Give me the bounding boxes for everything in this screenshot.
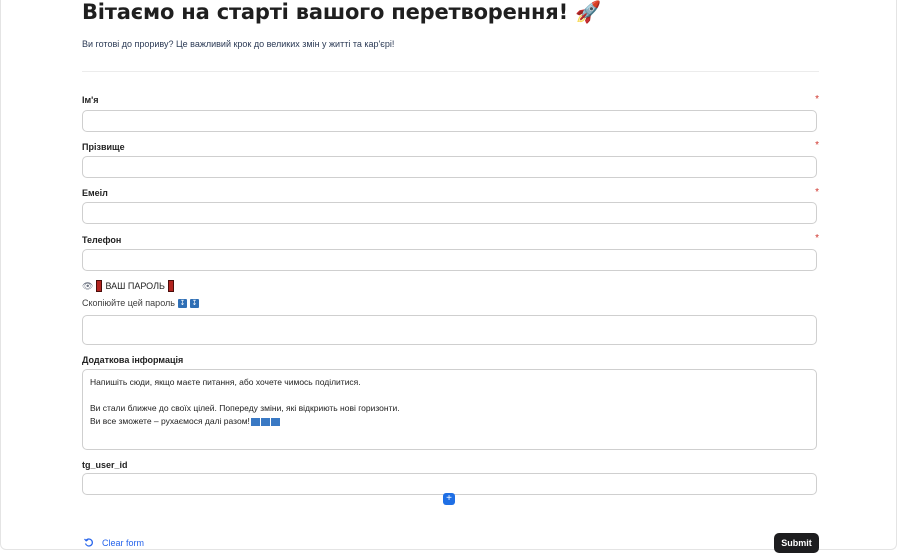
tg-user-id-label: tg_user_id bbox=[82, 460, 128, 470]
tg-user-id-input[interactable] bbox=[82, 473, 817, 495]
last-name-label: Прізвище bbox=[82, 142, 125, 152]
page-title: Вітаємо на старті вашого перетворення! 🚀 bbox=[82, 0, 602, 24]
password-hint: Скопіюйте цей пароль bbox=[82, 298, 175, 308]
required-mark: * bbox=[815, 187, 819, 198]
phone-input[interactable] bbox=[82, 249, 817, 271]
extra-info-textarea[interactable]: Напишіть сюди, якщо маєте питання, або х… bbox=[82, 369, 817, 450]
submit-button[interactable]: Submit bbox=[774, 533, 819, 553]
blue-square-icon bbox=[250, 417, 260, 426]
eye-icon: 👁 bbox=[82, 280, 94, 291]
red-marker-icon bbox=[96, 280, 103, 292]
blue-square-icon bbox=[260, 417, 270, 426]
page-subtitle: Ви готові до прориву? Це важливий крок д… bbox=[82, 39, 395, 49]
last-name-input[interactable] bbox=[82, 156, 817, 178]
arrow-down-icon: ↧ bbox=[189, 298, 199, 308]
password-hint-row: Скопіюйте цей пароль ↧ ↧ bbox=[82, 298, 199, 308]
textarea-line: Напишіть сюди, якщо маєте питання, або х… bbox=[90, 377, 361, 387]
required-mark: * bbox=[815, 94, 819, 105]
password-label-row: 👁 ВАШ ПАРОЛЬ bbox=[82, 280, 174, 292]
phone-label: Телефон bbox=[82, 235, 122, 245]
email-label: Емеіл bbox=[82, 188, 108, 198]
required-mark: * bbox=[815, 140, 819, 151]
arrow-down-icon: ↧ bbox=[177, 298, 187, 308]
refresh-icon bbox=[84, 538, 93, 547]
required-mark: * bbox=[815, 233, 819, 244]
blue-square-icon bbox=[270, 417, 280, 426]
textarea-line: Ви все зможете – рухаємося далі разом! bbox=[90, 416, 250, 426]
clear-form-button[interactable]: Clear form bbox=[84, 538, 144, 548]
red-marker-icon bbox=[167, 280, 174, 292]
add-field-button[interactable]: + bbox=[443, 493, 455, 505]
first-name-label: Ім'я bbox=[82, 95, 99, 105]
textarea-line bbox=[90, 389, 809, 402]
password-label: ВАШ ПАРОЛЬ bbox=[105, 281, 165, 291]
email-input[interactable] bbox=[82, 202, 817, 224]
divider bbox=[82, 71, 819, 72]
password-input[interactable] bbox=[82, 315, 817, 345]
extra-info-label: Додаткова інформація bbox=[82, 355, 184, 365]
clear-form-label: Clear form bbox=[102, 538, 145, 548]
first-name-input[interactable] bbox=[82, 110, 817, 132]
form-frame bbox=[0, 0, 897, 550]
textarea-line: Ви стали ближче до своїх цілей. Попереду… bbox=[90, 403, 400, 413]
textarea-line-with-icons: Ви все зможете – рухаємося далі разом! bbox=[90, 415, 809, 428]
